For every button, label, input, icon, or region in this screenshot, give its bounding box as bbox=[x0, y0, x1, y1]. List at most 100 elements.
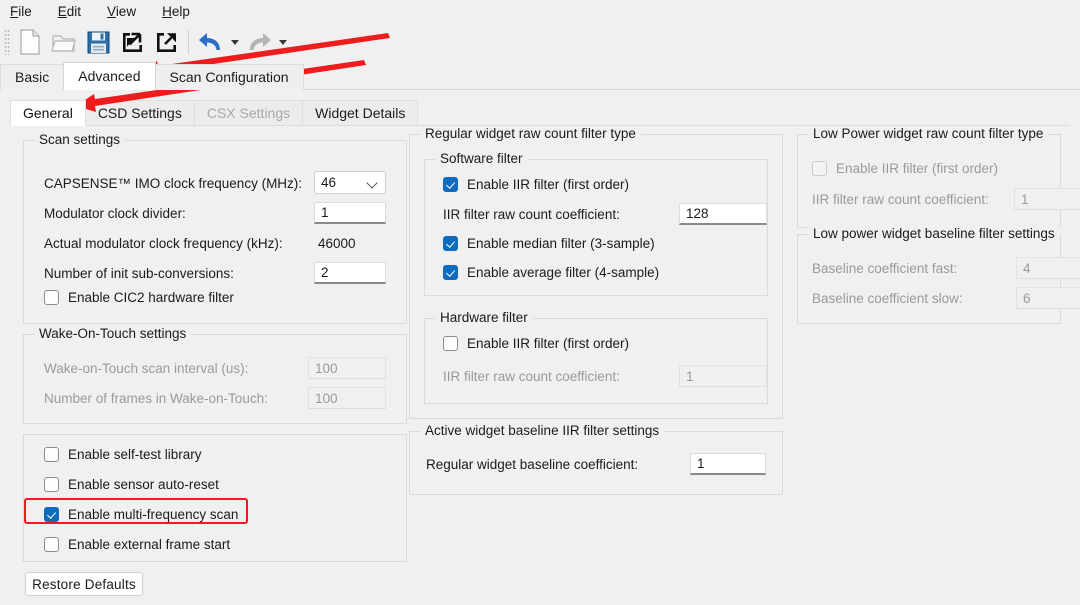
menu-item-help[interactable]: Help bbox=[160, 4, 202, 19]
baseline-coefficient-fast-input: 4 bbox=[1016, 257, 1080, 279]
group-low-power-filter-title: Low Power widget raw count filter type bbox=[808, 126, 1049, 141]
tab-csx-settings: CSX Settings bbox=[193, 100, 304, 126]
group-hardware-filter: Hardware filter Enable IIR filter (first… bbox=[424, 310, 768, 404]
menu-bar: File Edit View Help bbox=[0, 0, 1080, 22]
toolbar-separator bbox=[188, 30, 189, 54]
group-regular-widget-raw-count-filter: Regular widget raw count filter type Sof… bbox=[409, 126, 783, 419]
export-icon bbox=[154, 30, 179, 55]
enable-cic2-hardware-filter-checkbox[interactable] bbox=[44, 290, 59, 305]
menu-help-rest: elp bbox=[171, 3, 190, 19]
actual-mod-clock-label: Actual modulator clock frequency (kHz): bbox=[44, 236, 283, 251]
enable-external-frame-start-row[interactable]: Enable external frame start bbox=[44, 537, 230, 552]
mod-divider-input[interactable]: 1 bbox=[314, 202, 386, 224]
regular-widget-baseline-coefficient-label: Regular widget baseline coefficient: bbox=[426, 457, 639, 472]
group-software-filter-title: Software filter bbox=[435, 151, 528, 166]
toolbar-grip[interactable] bbox=[4, 29, 10, 55]
enable-multi-frequency-scan-label: Enable multi-frequency scan bbox=[68, 507, 239, 522]
tab-general[interactable]: General bbox=[10, 100, 86, 126]
group-scan-settings-title: Scan settings bbox=[34, 132, 126, 147]
menu-help-accel: H bbox=[162, 3, 172, 19]
save-button[interactable] bbox=[81, 25, 115, 59]
enable-self-test-library-row[interactable]: Enable self-test library bbox=[44, 447, 202, 462]
tab-basic[interactable]: Basic bbox=[0, 64, 65, 90]
sw-enable-iir-filter-row[interactable]: Enable IIR filter (first order) bbox=[443, 177, 629, 192]
open-folder-icon bbox=[51, 30, 77, 54]
sw-enable-average-filter-checkbox[interactable] bbox=[443, 265, 458, 280]
chevron-down-icon bbox=[231, 39, 239, 45]
open-folder-button[interactable] bbox=[47, 25, 81, 59]
menu-view-accel: V bbox=[107, 3, 116, 19]
lp-enable-iir-filter-label: Enable IIR filter (first order) bbox=[836, 161, 999, 176]
enable-sensor-auto-reset-checkbox[interactable] bbox=[44, 477, 59, 492]
new-file-button[interactable] bbox=[13, 25, 47, 59]
tab-advanced[interactable]: Advanced bbox=[63, 62, 156, 90]
sw-enable-average-filter-row[interactable]: Enable average filter (4-sample) bbox=[443, 265, 659, 280]
redo-button[interactable] bbox=[242, 25, 276, 59]
baseline-coefficient-fast-label: Baseline coefficient fast: bbox=[812, 261, 958, 276]
hw-iir-coefficient-input: 1 bbox=[679, 365, 767, 387]
enable-multi-frequency-scan-checkbox[interactable] bbox=[44, 507, 59, 522]
regular-widget-baseline-coefficient-input[interactable]: 1 bbox=[690, 453, 766, 475]
menu-item-edit[interactable]: Edit bbox=[56, 4, 93, 19]
tab-scan-configuration[interactable]: Scan Configuration bbox=[154, 64, 304, 90]
hw-iir-coefficient-value: 1 bbox=[686, 368, 694, 384]
init-subconversions-label: Number of init sub-conversions: bbox=[44, 266, 234, 281]
mod-divider-label: Modulator clock divider: bbox=[44, 206, 186, 221]
group-low-power-baseline-title: Low power widget baseline filter setting… bbox=[808, 226, 1060, 241]
enable-external-frame-start-checkbox[interactable] bbox=[44, 537, 59, 552]
tab-widget-details[interactable]: Widget Details bbox=[302, 100, 419, 126]
undo-icon bbox=[198, 30, 224, 54]
lp-iir-coefficient-label: IIR filter raw count coefficient: bbox=[812, 192, 989, 207]
sw-enable-iir-filter-checkbox[interactable] bbox=[443, 177, 458, 192]
wake-frames-value: 100 bbox=[315, 390, 338, 406]
enable-self-test-library-checkbox[interactable] bbox=[44, 447, 59, 462]
hw-enable-iir-filter-checkbox[interactable] bbox=[443, 336, 458, 351]
menu-edit-rest: dit bbox=[66, 3, 82, 19]
restore-defaults-button[interactable]: Restore Defaults bbox=[25, 572, 143, 596]
undo-button[interactable] bbox=[194, 25, 228, 59]
imo-clock-combo[interactable]: 46 bbox=[314, 171, 386, 194]
toolbar bbox=[0, 22, 1080, 62]
sw-enable-iir-filter-label: Enable IIR filter (first order) bbox=[467, 177, 630, 192]
sw-enable-median-filter-row[interactable]: Enable median filter (3-sample) bbox=[443, 236, 655, 251]
wake-scan-interval-input: 100 bbox=[308, 357, 386, 379]
enable-sensor-auto-reset-row[interactable]: Enable sensor auto-reset bbox=[44, 477, 219, 492]
menu-item-view[interactable]: View bbox=[105, 4, 148, 19]
group-wake-on-touch-title: Wake-On-Touch settings bbox=[34, 326, 192, 341]
menu-item-file[interactable]: File bbox=[8, 4, 44, 19]
group-hardware-filter-title: Hardware filter bbox=[435, 310, 533, 325]
menu-file-rest: ile bbox=[18, 3, 32, 19]
init-subconversions-input[interactable]: 2 bbox=[314, 262, 386, 284]
tab-csd-settings[interactable]: CSD Settings bbox=[84, 100, 195, 126]
regular-widget-baseline-coefficient-value: 1 bbox=[697, 456, 705, 471]
new-file-icon bbox=[18, 29, 42, 55]
sw-enable-median-filter-checkbox[interactable] bbox=[443, 236, 458, 251]
import-button[interactable] bbox=[115, 25, 149, 59]
save-floppy-icon bbox=[86, 30, 111, 55]
menu-edit-accel: E bbox=[57, 3, 67, 19]
enable-sensor-auto-reset-label: Enable sensor auto-reset bbox=[68, 477, 219, 492]
group-misc-options: Enable self-test library Enable sensor a… bbox=[23, 434, 407, 562]
sw-enable-median-filter-label: Enable median filter (3-sample) bbox=[467, 236, 655, 251]
baseline-coefficient-slow-label: Baseline coefficient slow: bbox=[812, 291, 963, 306]
sw-iir-coefficient-input[interactable]: 128 bbox=[679, 203, 767, 225]
group-scan-settings: Scan settings CAPSENSE™ IMO clock freque… bbox=[23, 132, 407, 324]
group-wake-on-touch-settings: Wake-On-Touch settings Wake-on-Touch sca… bbox=[23, 326, 407, 424]
export-button[interactable] bbox=[149, 25, 183, 59]
baseline-coefficient-fast-value: 4 bbox=[1023, 260, 1031, 276]
menu-view-rest: iew bbox=[115, 3, 137, 19]
enable-multi-frequency-scan-row[interactable]: Enable multi-frequency scan bbox=[44, 507, 238, 522]
imo-clock-label: CAPSENSE™ IMO clock frequency (MHz): bbox=[44, 176, 303, 191]
inner-tab-bar: General CSD Settings CSX Settings Widget… bbox=[10, 99, 1068, 126]
imo-clock-value: 46 bbox=[321, 175, 337, 190]
lp-enable-iir-filter-row: Enable IIR filter (first order) bbox=[812, 161, 998, 176]
redo-dropdown-button[interactable] bbox=[276, 25, 290, 59]
actual-mod-clock-value: 46000 bbox=[318, 236, 356, 251]
baseline-coefficient-slow-value: 6 bbox=[1023, 290, 1031, 306]
chevron-down-icon bbox=[279, 39, 287, 45]
import-icon bbox=[120, 30, 145, 55]
enable-cic2-hardware-filter-row[interactable]: Enable CIC2 hardware filter bbox=[44, 290, 234, 305]
hw-enable-iir-filter-row[interactable]: Enable IIR filter (first order) bbox=[443, 336, 629, 351]
undo-dropdown-button[interactable] bbox=[228, 25, 242, 59]
app-window: File Edit View Help Basic Advanced Scan … bbox=[0, 0, 1080, 605]
